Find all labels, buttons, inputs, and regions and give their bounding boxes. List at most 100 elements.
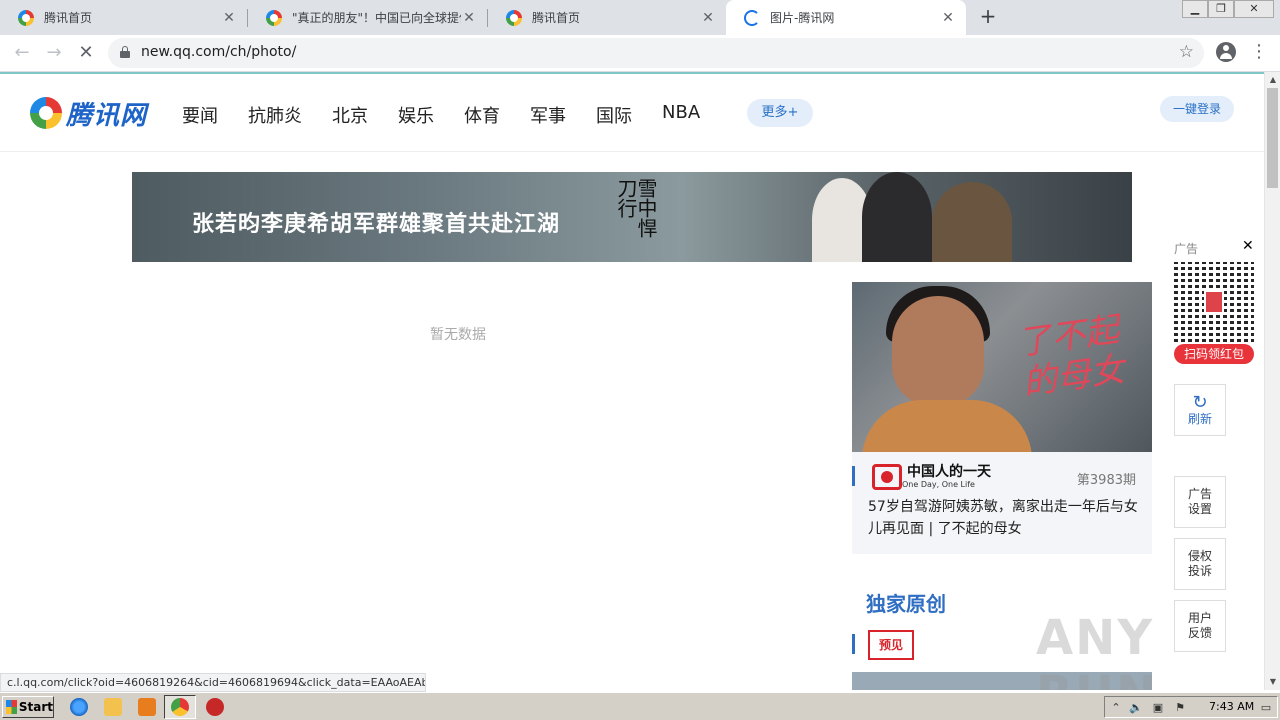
browser-tab[interactable]: 腾讯首页 ✕ (0, 0, 247, 35)
section-column-logo[interactable]: 预见 (868, 630, 914, 660)
nav-item[interactable]: 北京 (332, 102, 368, 128)
scroll-up-icon[interactable]: ▲ (1265, 72, 1280, 88)
nav-item[interactable]: NBA (662, 102, 700, 128)
minimize-window-icon[interactable]: ▁ (1182, 0, 1208, 18)
close-window-icon[interactable]: ✕ (1234, 0, 1274, 18)
browser-tab[interactable]: 腾讯首页 ✕ (488, 0, 726, 35)
network-icon[interactable]: ▣ (1151, 701, 1165, 715)
feature-headline[interactable]: 57岁自驾游阿姨苏敏，离家出走一年后与女儿再见面 | 了不起的母女 (868, 496, 1140, 540)
browser-tab-active[interactable]: 图片-腾讯网 ✕ (726, 0, 966, 35)
start-button[interactable]: Start (2, 696, 54, 718)
login-button[interactable]: 一键登录 (1160, 96, 1234, 122)
show-desktop-icon[interactable]: ▭ (1259, 701, 1273, 715)
media-player-icon[interactable] (138, 698, 156, 716)
ad-settings-label: 广告设置 (1187, 487, 1212, 516)
nav-item[interactable]: 要闻 (182, 102, 218, 128)
banner-figure (932, 182, 1012, 262)
chrome-icon (171, 698, 189, 716)
windows-taskbar: Start ⌃ 🔈 ▣ ⚑ 7:43 AM ▭ (0, 692, 1280, 720)
tab-title: 图片-腾讯网 (770, 11, 835, 25)
main-nav: 要闻 抗肺炎 北京 娱乐 体育 军事 国际 NBA (182, 102, 730, 128)
tencent-favicon-icon (18, 9, 34, 26)
column-brand[interactable]: 中国人的一天 One Day, One Life (872, 464, 991, 490)
forward-arrow-icon[interactable]: → (42, 41, 66, 65)
restore-window-icon[interactable]: ❐ (1208, 0, 1234, 18)
banner-slogan: 张若昀李庚希胡军群雄聚首共赴江湖 (192, 211, 561, 237)
logo-text: 腾讯网 (66, 100, 148, 131)
ad-label: 广告 (1174, 242, 1199, 256)
anyrun-watermark: ANY RUN (1036, 610, 1156, 690)
report-button[interactable]: 侵权投诉 (1174, 538, 1226, 590)
close-tab-icon[interactable]: ✕ (221, 10, 237, 26)
column-name: 中国人的一天 (907, 464, 991, 480)
tencent-favicon-icon (506, 9, 522, 26)
photo-face (892, 296, 984, 406)
column-logo-icon (872, 464, 902, 490)
qr-redpacket-button[interactable]: 扫码领红包 (1174, 344, 1254, 364)
system-tray: ⌃ 🔈 ▣ ⚑ 7:43 AM ▭ (1104, 696, 1278, 718)
report-label: 侵权投诉 (1187, 549, 1212, 578)
bookmark-star-icon[interactable]: ☆ (1179, 42, 1194, 62)
chrome-taskbar-button[interactable] (164, 695, 196, 719)
tencent-favicon-icon (266, 9, 282, 26)
refresh-icon: ↻ (1192, 391, 1208, 413)
feature-calligraphy: 了不起的母女 (1014, 309, 1128, 404)
clock[interactable]: 7:43 AM (1209, 700, 1254, 713)
nav-item[interactable]: 体育 (464, 102, 500, 128)
site-header: 腾讯网 要闻 抗肺炎 北京 娱乐 体育 军事 国际 NBA 更多+ 一键登录 (0, 74, 1264, 152)
scroll-down-icon[interactable]: ▼ (1265, 674, 1280, 690)
profile-avatar-icon[interactable] (1216, 42, 1236, 62)
scroll-thumb[interactable] (1267, 88, 1278, 188)
banner-figure (862, 172, 932, 262)
issue-number: 第3983期 (1076, 473, 1136, 488)
address-bar[interactable]: new.qq.com/ch/photo/ ☆ (108, 38, 1204, 68)
folder-icon[interactable] (104, 698, 122, 716)
nav-item[interactable]: 军事 (530, 102, 566, 128)
qr-code (1174, 262, 1254, 342)
browser-tabstrip: 腾讯首页 ✕ "真正的朋友"！中国已向全球提供逾 ✕ 腾讯首页 ✕ 图片-腾讯网… (0, 0, 1280, 35)
ie-icon[interactable] (70, 698, 88, 716)
start-label: Start (18, 700, 53, 714)
banner-calligraphy: 雪中悍刀行 (614, 178, 658, 238)
close-tab-icon[interactable]: ✕ (940, 10, 956, 26)
back-arrow-icon[interactable]: ← (10, 41, 34, 65)
more-nav-button[interactable]: 更多+ (747, 99, 813, 127)
opera-icon[interactable] (206, 698, 224, 716)
tab-title: 腾讯首页 (44, 11, 93, 25)
page-scrollbar[interactable]: ▲ ▼ (1264, 72, 1280, 690)
volume-icon[interactable]: 🔈 (1129, 701, 1143, 715)
stop-loading-icon[interactable]: ✕ (74, 41, 98, 65)
column-subtitle: One Day, One Life (902, 480, 975, 489)
flag-icon[interactable]: ⚑ (1173, 701, 1187, 715)
tray-expand-icon[interactable]: ⌃ (1109, 701, 1123, 715)
tencent-logo-icon (30, 97, 62, 129)
empty-state-text: 暂无数据 (430, 327, 486, 343)
site-logo[interactable]: 腾讯网 (30, 96, 148, 131)
browser-menu-icon[interactable]: ⋮ (1250, 41, 1268, 65)
accent-bar (852, 634, 855, 654)
ad-banner[interactable]: 张若昀李庚希胡军群雄聚首共赴江湖 雪中悍刀行 (132, 172, 1132, 262)
nav-item[interactable]: 娱乐 (398, 102, 434, 128)
feature-photo[interactable]: 了不起的母女 (852, 282, 1152, 452)
close-ad-icon[interactable]: ✕ (1242, 238, 1254, 254)
section-title[interactable]: 独家原创 (866, 588, 946, 617)
photo-shirt (862, 400, 1032, 452)
browser-toolbar: ← → ✕ new.qq.com/ch/photo/ ☆ ⋮ (0, 35, 1280, 72)
nav-item[interactable]: 国际 (596, 102, 632, 128)
close-tab-icon[interactable]: ✕ (461, 10, 477, 26)
tab-title: 腾讯首页 (532, 11, 581, 25)
lock-icon (120, 46, 130, 58)
close-tab-icon[interactable]: ✕ (700, 10, 716, 26)
loading-spinner-icon (744, 9, 760, 26)
url-text: new.qq.com/ch/photo/ (141, 44, 297, 60)
webpage: 腾讯网 要闻 抗肺炎 北京 娱乐 体育 军事 国际 NBA 更多+ 一键登录 张… (0, 74, 1264, 690)
refresh-button[interactable]: ↻ 刷新 (1174, 384, 1226, 436)
nav-item[interactable]: 抗肺炎 (248, 102, 302, 128)
feature-card[interactable]: 了不起的母女 中国人的一天 One Day, One Life 第3983期 5… (852, 282, 1152, 554)
ad-settings-button[interactable]: 广告设置 (1174, 476, 1226, 528)
browser-tab[interactable]: "真正的朋友"！中国已向全球提供逾 ✕ (248, 0, 487, 35)
refresh-label: 刷新 (1187, 411, 1212, 426)
accent-bar (852, 466, 855, 486)
new-tab-icon[interactable]: + (978, 4, 998, 30)
tab-title: "真正的朋友"！中国已向全球提供逾 (292, 11, 461, 25)
